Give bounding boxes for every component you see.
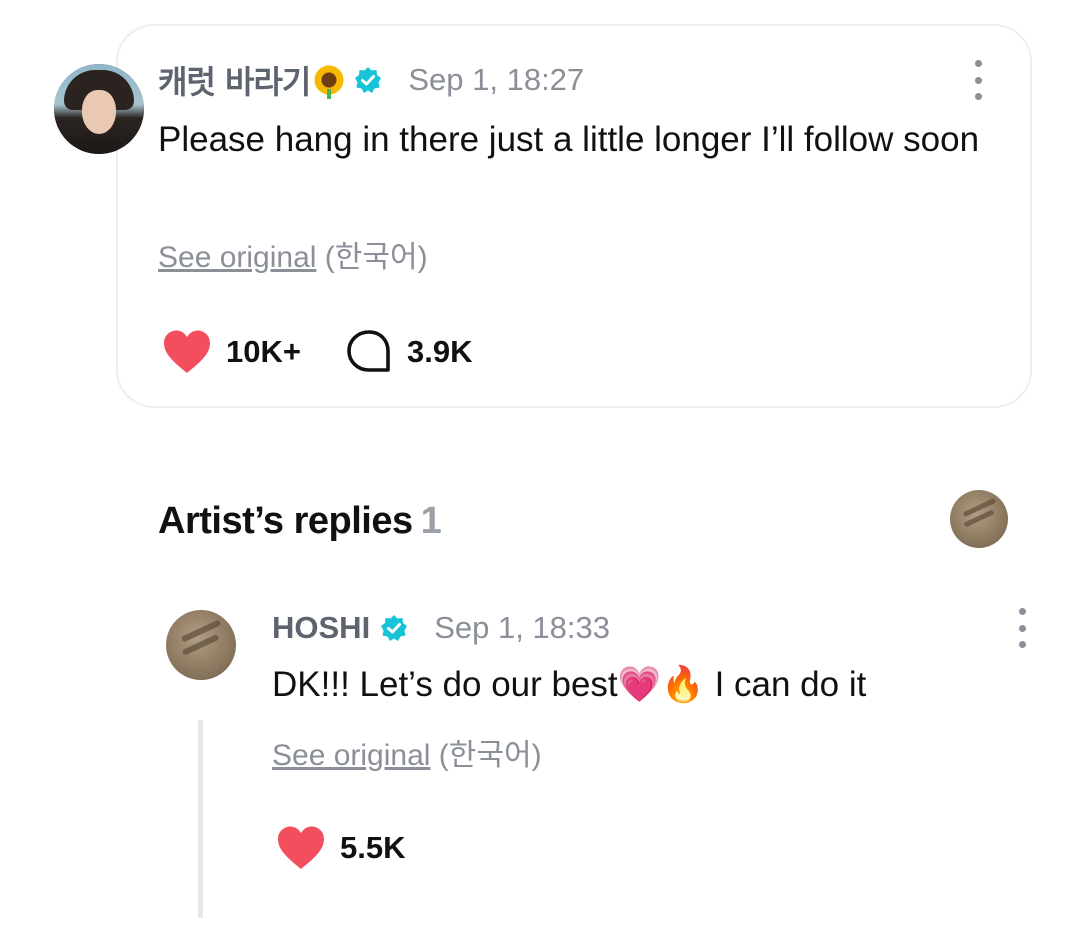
reply-author-avatar[interactable]: [166, 610, 236, 680]
post-see-original: See original (한국어): [158, 232, 428, 276]
reply-original-language: (한국어): [438, 739, 542, 772]
reply-text: DK!!! Let’s do our best💗🔥 I can do it: [272, 660, 866, 710]
artist-replies-heading: Artist’s replies 1: [158, 500, 442, 543]
reply-see-original-link[interactable]: See original: [272, 739, 430, 772]
reply-stats: 5.5K: [276, 824, 405, 872]
post-see-original-link[interactable]: See original: [158, 241, 316, 274]
reply-author-row: HOSHI Sep 1, 18:33: [272, 606, 610, 650]
comment-icon[interactable]: [345, 328, 393, 376]
heart-emoji-icon: 💗: [617, 665, 662, 704]
verified-badge-icon: [380, 614, 408, 642]
post-author-name[interactable]: 캐럿 바라기: [158, 57, 311, 103]
post-timestamp: Sep 1, 18:27: [408, 62, 585, 97]
artist-replies-title: Artist’s replies: [158, 500, 413, 542]
post-comment-count: 3.9K: [406, 334, 473, 369]
reply-text-end: I can do it: [704, 665, 867, 704]
post-author-avatar[interactable]: [54, 64, 144, 154]
fire-emoji-icon: 🔥: [661, 665, 705, 704]
thread-line: [198, 720, 203, 918]
reply-timestamp: Sep 1, 18:33: [434, 610, 611, 645]
post-stats: 10K+ 3.9K: [162, 328, 472, 376]
verified-badge-icon: [354, 66, 382, 94]
sunflower-emoji-icon: [314, 65, 345, 99]
reply-text-main: DK!!! Let’s do our best: [272, 665, 618, 704]
page: 캐럿 바라기 Sep 1, 18:27 Please hang in there…: [0, 0, 1080, 944]
post-author-row: 캐럿 바라기 Sep 1, 18:27: [158, 58, 584, 102]
artist-replies-avatar[interactable]: [950, 490, 1008, 548]
heart-icon[interactable]: [162, 329, 212, 375]
post-text: Please hang in there just a little longe…: [158, 120, 980, 159]
reply-author-name[interactable]: HOSHI: [272, 610, 370, 646]
post-more-options-icon[interactable]: [973, 60, 983, 100]
post-original-language: (한국어): [324, 241, 428, 274]
reply-like-count: 5.5K: [340, 830, 406, 865]
artist-replies-count: 1: [420, 500, 442, 542]
heart-icon[interactable]: [276, 825, 326, 871]
reply-see-original: See original (한국어): [272, 730, 542, 774]
post-like-count: 10K+: [226, 334, 301, 369]
reply-more-options-icon[interactable]: [1017, 608, 1027, 648]
